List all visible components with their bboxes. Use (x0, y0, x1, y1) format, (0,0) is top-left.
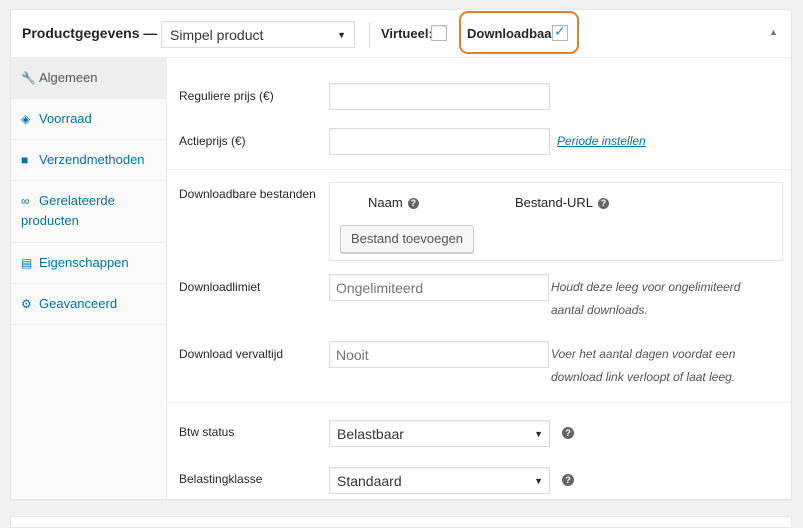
downloadable-label: Downloadbaar: (467, 26, 561, 41)
tax-class-value: Standaard (337, 473, 402, 489)
downloadable-checkbox[interactable]: ✓ (552, 23, 568, 41)
add-file-button[interactable]: Bestand toevoegen (340, 225, 475, 253)
virtual-checkbox[interactable] (431, 25, 447, 41)
section-divider (167, 169, 791, 170)
section-divider (167, 402, 791, 403)
tax-status-value: Belastbaar (337, 426, 404, 442)
product-data-panel: Productgegevens — Simpel product ▼ Virtu… (10, 9, 792, 500)
downloadable-files-table: Naam? Bestand-URL? Bestand toevoegen (329, 182, 783, 261)
tax-status-select[interactable]: Belastbaar ▼ (329, 420, 550, 447)
panel-header: Productgegevens — Simpel product ▼ Virtu… (11, 10, 791, 58)
column-file-url-label: Bestand-URL (515, 195, 594, 210)
tab-label: Verzendmethoden (39, 152, 145, 167)
help-icon[interactable]: ? (562, 427, 574, 439)
download-limit-hint-line1: Houdt deze leeg voor ongelimiteerd (551, 280, 741, 294)
tab-label: producten (21, 213, 79, 228)
tab-label: Eigenschappen (39, 255, 129, 270)
link-icon: ∞ (21, 194, 30, 208)
column-header-file-url: Bestand-URL? (515, 195, 610, 210)
chevron-down-icon: ▼ (534, 429, 543, 439)
help-icon[interactable]: ? (598, 198, 610, 210)
sale-price-input[interactable] (329, 128, 550, 155)
gear-icon: ⚙ (21, 297, 32, 311)
tab-inventory[interactable]: ◈ Voorraad (11, 99, 166, 140)
product-type-value: Simpel product (170, 27, 264, 43)
tab-attributes[interactable]: ▤ Eigenschappen (11, 243, 166, 284)
downloadable-files-label: Downloadbare bestanden (179, 187, 316, 201)
tab-general[interactable]: 🔧 Algemeen (11, 58, 166, 99)
download-expiry-input[interactable]: Nooit (329, 341, 549, 368)
tax-class-label: Belastingklasse (179, 472, 263, 486)
tab-label: Algemeen (39, 70, 98, 85)
product-type-select[interactable]: Simpel product ▼ (161, 21, 355, 48)
download-expiry-hint-line2: download link verloopt of laat leeg. (551, 370, 736, 384)
download-limit-hint-line2: aantal downloads. (551, 303, 648, 317)
tab-linked-products[interactable]: ∞ Gerelateerde producten (11, 181, 166, 243)
download-expiry-label: Download vervaltijd (179, 347, 284, 361)
tab-label: Geavanceerd (39, 296, 118, 311)
checkmark-icon: ✓ (554, 23, 566, 39)
column-name-label: Naam (368, 195, 403, 210)
help-icon[interactable]: ? (562, 474, 574, 486)
chevron-down-icon: ▼ (534, 476, 543, 486)
collapse-toggle-icon[interactable]: ▲ (769, 27, 778, 37)
tag-icon: ◈ (21, 112, 31, 126)
help-icon[interactable]: ? (407, 198, 419, 210)
download-limit-input[interactable]: Ongelimiteerd (329, 274, 549, 301)
header-divider (369, 22, 370, 48)
truck-icon: ■ (21, 153, 29, 167)
regular-price-label: Reguliere prijs (€) (179, 89, 274, 103)
download-expiry-hint-line1: Voer het aantal dagen voordat een (551, 347, 736, 361)
tab-label: Voorraad (39, 111, 92, 126)
tab-advanced[interactable]: ⚙ Geavanceerd (11, 284, 166, 325)
general-options-panel: Reguliere prijs (€) Actieprijs (€) Perio… (167, 58, 791, 499)
virtual-label: Virtueel: (381, 26, 433, 41)
schedule-sale-link[interactable]: Periode instellen (557, 134, 646, 148)
list-icon: ▤ (21, 256, 33, 270)
product-data-tabs: 🔧 Algemeen ◈ Voorraad ■ Verzendmethoden ∞ Ge… (11, 58, 167, 499)
chevron-down-icon: ▼ (337, 30, 346, 40)
column-header-name: Naam? (368, 195, 419, 210)
tax-status-label: Btw status (179, 425, 235, 439)
sale-price-label: Actieprijs (€) (179, 134, 246, 148)
next-panel-edge (10, 516, 792, 528)
tab-label: Gerelateerde (39, 193, 115, 208)
download-limit-label: Downloadlimiet (179, 280, 261, 294)
regular-price-input[interactable] (329, 83, 550, 110)
tax-class-select[interactable]: Standaard ▼ (329, 467, 550, 494)
panel-title: Productgegevens — (22, 25, 158, 41)
tab-shipping[interactable]: ■ Verzendmethoden (11, 140, 166, 181)
wrench-icon: 🔧 (21, 71, 36, 85)
